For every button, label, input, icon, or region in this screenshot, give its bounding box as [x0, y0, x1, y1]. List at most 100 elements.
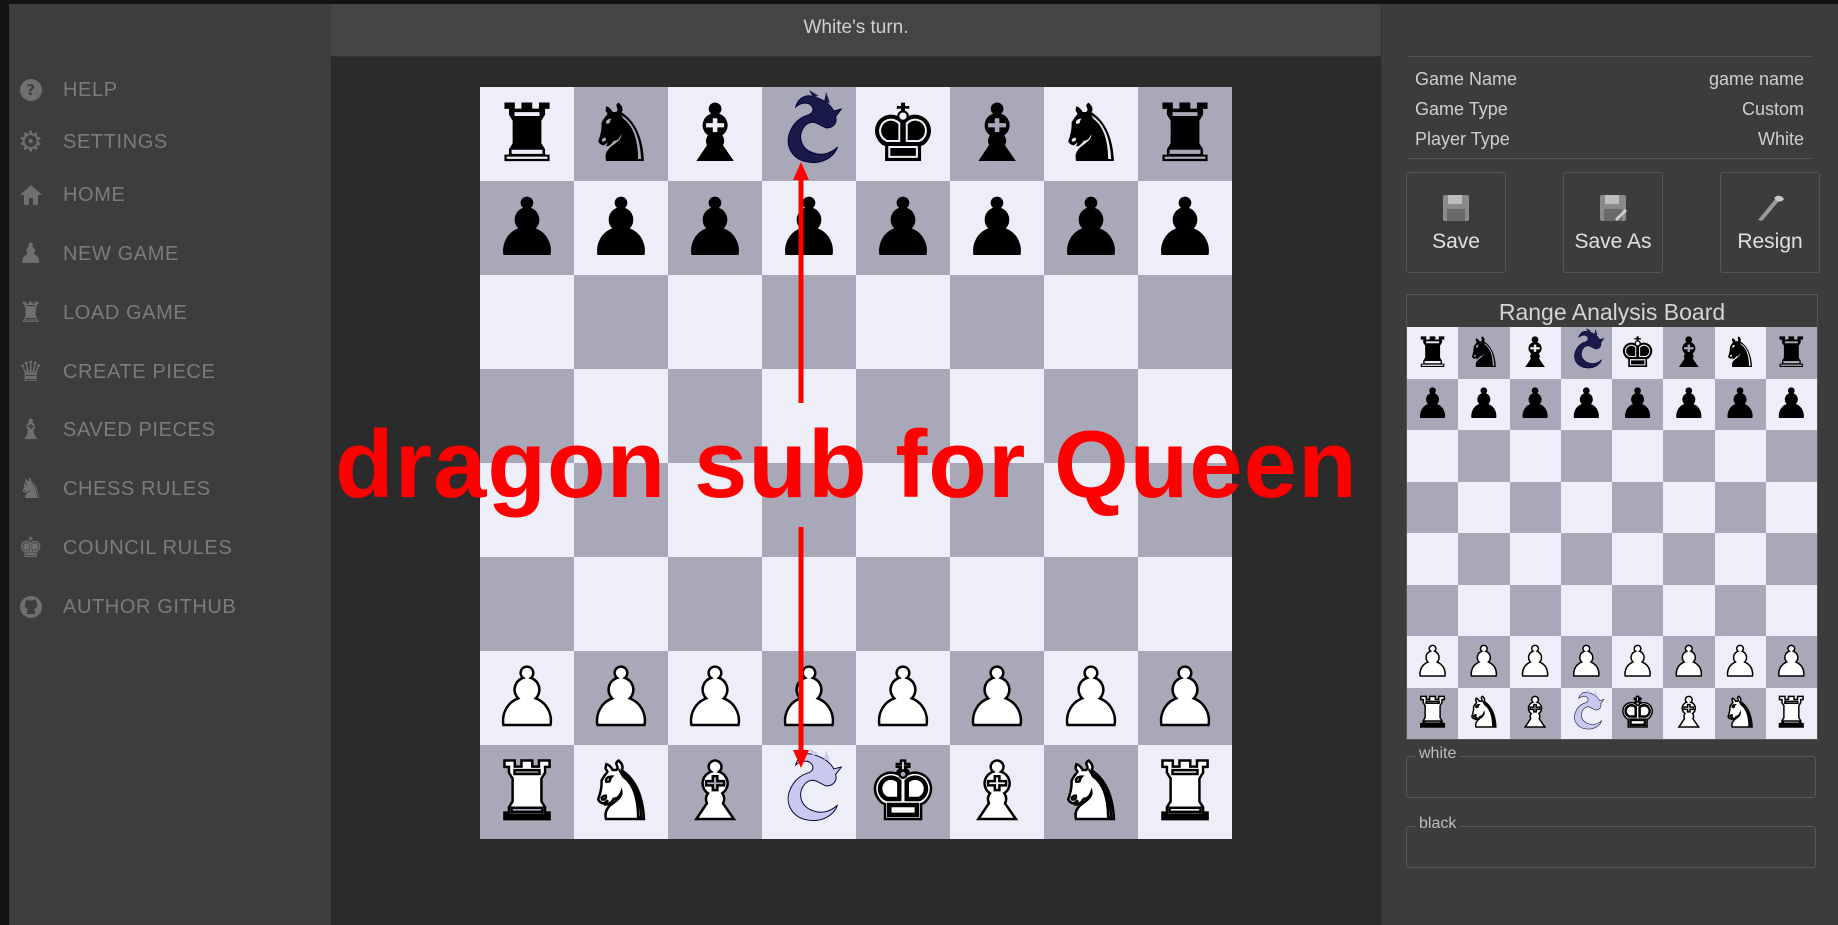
white-knight-icon: ♞ [1054, 745, 1128, 838]
board-square: ♜ [1765, 327, 1817, 379]
board-square[interactable] [480, 275, 574, 369]
board-square[interactable]: ♜ [480, 745, 574, 839]
board-square: ♟ [1509, 636, 1561, 688]
board-square[interactable]: ♟ [950, 651, 1044, 745]
board-square [1560, 584, 1612, 636]
game-type-label: Game Type [1415, 99, 1508, 119]
sidebar-item-new-game[interactable]: ♟ NEW GAME [17, 236, 179, 272]
range-analysis-board: Range Analysis Board ♜ ♞ ♝ ♚ ♝ ♞ ♜ ♟ ♟ ♟ ♟ ♟ ♟ ♟ ♟ ♟ ♟ ♟ ♟… [1406, 294, 1818, 740]
resign-button[interactable]: Resign [1720, 172, 1820, 273]
board-square[interactable] [668, 557, 762, 651]
board-square[interactable]: ♟ [856, 181, 950, 275]
black-pawn-icon: ♟ [1772, 379, 1811, 429]
sidebar-item-chess-rules[interactable]: ♞ CHESS RULES [17, 471, 211, 507]
board-square [1458, 584, 1510, 636]
white-pawn-icon: ♟ [1618, 636, 1657, 686]
board-square[interactable]: ♜ [480, 87, 574, 181]
board-square[interactable]: ♜ [1138, 745, 1232, 839]
board-square[interactable] [1138, 275, 1232, 369]
white-pawn-icon: ♟ [1464, 636, 1503, 686]
board-square[interactable] [574, 557, 668, 651]
black-pawn-icon: ♟ [1465, 379, 1503, 429]
board-square: ♜ [1765, 687, 1817, 739]
board-square[interactable] [480, 557, 574, 651]
sidebar-item-author-github[interactable]: AUTHOR GITHUB [17, 589, 236, 625]
board-square[interactable]: ♟ [1044, 651, 1138, 745]
board-square: ♜ [1407, 687, 1459, 739]
white-knight-icon: ♞ [584, 745, 658, 838]
white-pawn-icon: ♟ [1567, 636, 1606, 686]
board-square: ♚ [1612, 687, 1664, 739]
board-square[interactable] [762, 87, 856, 181]
board-square [1560, 327, 1612, 379]
board-square: ♝ [1663, 327, 1715, 379]
board-square[interactable] [762, 557, 856, 651]
board-square[interactable]: ♝ [950, 87, 1044, 181]
status-bar: White's turn. [331, 4, 1381, 57]
board-square [1663, 481, 1715, 533]
black-captures-label: black [1415, 815, 1461, 833]
black-pawn-icon: ♟ [1567, 379, 1606, 429]
sidebar-item-saved-pieces[interactable]: ♝ SAVED PIECES [17, 412, 215, 448]
board-square: ♟ [1458, 378, 1510, 430]
board-square[interactable]: ♞ [1044, 87, 1138, 181]
board-square[interactable]: ♝ [668, 745, 762, 839]
svg-text:?: ? [26, 81, 35, 99]
board-square[interactable]: ♟ [574, 651, 668, 745]
save-label: Save [1432, 230, 1480, 253]
black-pawn-icon: ♟ [961, 181, 1033, 274]
board-square[interactable] [950, 275, 1044, 369]
board-square[interactable] [762, 745, 856, 839]
board-square[interactable]: ♟ [480, 651, 574, 745]
board-square[interactable]: ♟ [668, 651, 762, 745]
board-square[interactable]: ♚ [856, 745, 950, 839]
save-button[interactable]: Save [1406, 172, 1506, 273]
black-dragon-icon [1565, 328, 1607, 377]
black-pawn-icon: ♟ [1055, 181, 1127, 274]
board-square[interactable] [762, 275, 856, 369]
white-pawn-icon: ♟ [678, 651, 752, 744]
board-square[interactable] [856, 275, 950, 369]
board-square [1560, 481, 1612, 533]
sidebar-item-create-piece[interactable]: ♛ CREATE PIECE [17, 354, 215, 390]
board-square [1560, 687, 1612, 739]
board-square[interactable]: ♟ [856, 651, 950, 745]
board-square[interactable]: ♚ [856, 87, 950, 181]
board-square[interactable]: ♜ [1138, 87, 1232, 181]
board-square[interactable]: ♟ [762, 651, 856, 745]
black-captures-field: black [1406, 815, 1816, 868]
board-square[interactable]: ♟ [762, 181, 856, 275]
sidebar-item-help[interactable]: ? HELP [17, 72, 118, 108]
sidebar-item-home[interactable]: HOME [17, 177, 125, 213]
board-square: ♟ [1560, 378, 1612, 430]
board-square[interactable] [1138, 557, 1232, 651]
board-square[interactable]: ♞ [1044, 745, 1138, 839]
board-square[interactable] [1044, 275, 1138, 369]
board-square[interactable]: ♟ [1138, 651, 1232, 745]
board-square[interactable]: ♟ [574, 181, 668, 275]
board-square[interactable]: ♟ [1044, 181, 1138, 275]
board-square [1458, 533, 1510, 585]
board-square: ♚ [1612, 327, 1664, 379]
board-square[interactable]: ♞ [574, 87, 668, 181]
white-pawn-icon: ♟ [772, 651, 846, 744]
range-analysis-title: Range Analysis Board [1407, 295, 1817, 327]
sidebar-item-council-rules[interactable]: ♚ COUNCIL RULES [17, 530, 232, 566]
board-square[interactable] [668, 275, 762, 369]
board-square[interactable]: ♟ [668, 181, 762, 275]
board-square[interactable]: ♞ [574, 745, 668, 839]
board-square: ♟ [1612, 378, 1664, 430]
board-square[interactable]: ♟ [950, 181, 1044, 275]
board-square[interactable] [856, 557, 950, 651]
board-square[interactable] [950, 557, 1044, 651]
black-bishop-icon: ♝ [1670, 327, 1708, 377]
board-square[interactable]: ♝ [668, 87, 762, 181]
sidebar-item-load-game[interactable]: ♜ LOAD GAME [17, 295, 187, 331]
board-square[interactable] [1044, 557, 1138, 651]
board-square[interactable]: ♟ [1138, 181, 1232, 275]
board-square[interactable] [574, 275, 668, 369]
board-square[interactable]: ♟ [480, 181, 574, 275]
board-square[interactable]: ♝ [950, 745, 1044, 839]
save-as-button[interactable]: Save As [1563, 172, 1663, 273]
sidebar-item-settings[interactable]: ⚙ SETTINGS [17, 124, 168, 160]
